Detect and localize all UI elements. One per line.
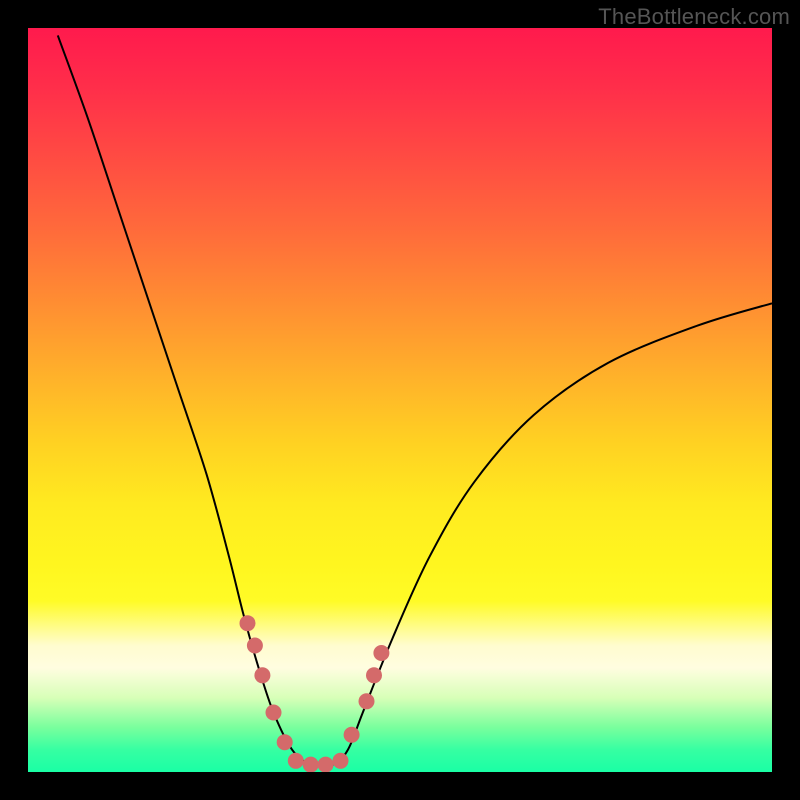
- curve-marker: [254, 667, 270, 683]
- curve-marker: [247, 638, 263, 654]
- curve-marker: [266, 705, 282, 721]
- curve-marker: [373, 645, 389, 661]
- curve-marker: [366, 667, 382, 683]
- curve-marker: [359, 693, 375, 709]
- curve-marker: [333, 753, 349, 769]
- curve-marker: [277, 734, 293, 750]
- curve-marker: [318, 757, 334, 772]
- curve-marker: [303, 757, 319, 772]
- curve-marker: [240, 615, 256, 631]
- bottleneck-curve: [28, 28, 772, 772]
- watermark-text: TheBottleneck.com: [598, 4, 790, 30]
- plot-area: [28, 28, 772, 772]
- curve-marker: [344, 727, 360, 743]
- curve-markers: [240, 615, 390, 772]
- curve-path: [58, 35, 772, 766]
- curve-marker: [288, 753, 304, 769]
- chart-frame: TheBottleneck.com: [0, 0, 800, 800]
